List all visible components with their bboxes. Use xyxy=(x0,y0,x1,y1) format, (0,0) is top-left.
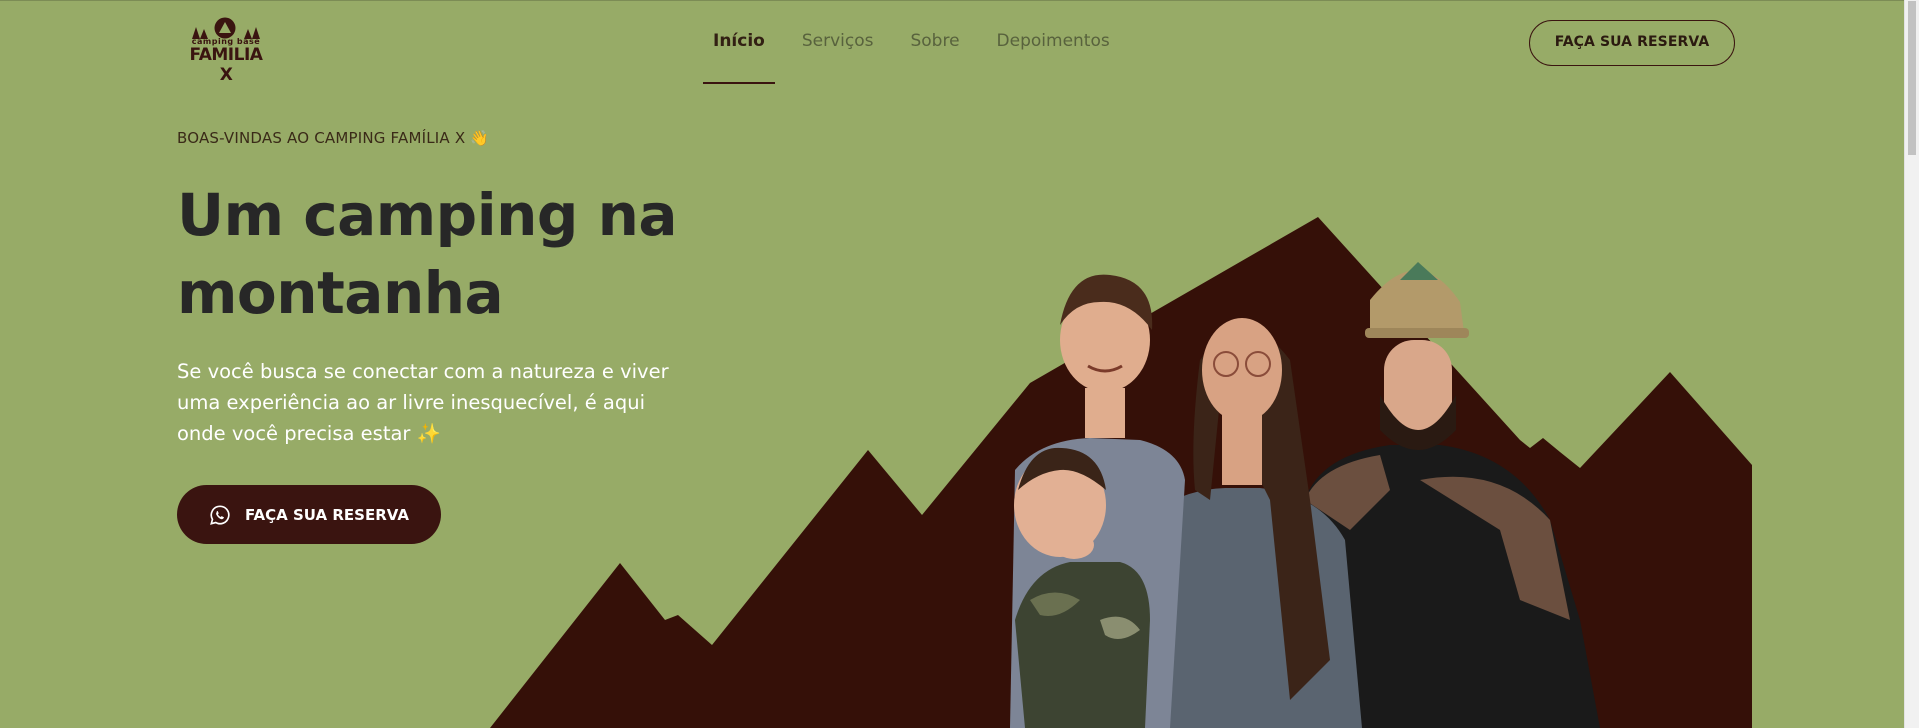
hero-eyebrow: BOAS-VINDAS AO CAMPING FAMÍLIA X 👋 xyxy=(177,129,490,147)
nav-item-sobre[interactable]: Sobre xyxy=(900,0,969,84)
page-scrollbar[interactable] xyxy=(1904,0,1919,728)
hero-reservation-button[interactable]: FAÇA SUA RESERVA xyxy=(177,485,441,544)
family-photo xyxy=(1010,262,1600,728)
nav-item-inicio[interactable]: Início xyxy=(703,0,775,84)
hero-title: Um camping na montanha xyxy=(177,181,678,327)
whatsapp-icon xyxy=(210,504,230,525)
header-reservation-button[interactable]: FAÇA SUA RESERVA xyxy=(1529,20,1735,66)
nav-item-depoimentos[interactable]: Depoimentos xyxy=(987,0,1120,84)
logo-name: FAMILIA X xyxy=(189,45,263,85)
hero-description: Se você busca se conectar com a natureza… xyxy=(177,360,669,445)
nav-item-servicos[interactable]: Serviços xyxy=(792,0,884,84)
main-nav: Início Serviços Sobre Depoimentos xyxy=(703,0,1120,84)
scrollbar-thumb[interactable] xyxy=(1908,1,1916,155)
hero-cta-label: FAÇA SUA RESERVA xyxy=(245,505,409,524)
brand-logo[interactable]: camping base FAMILIA X xyxy=(186,17,266,85)
